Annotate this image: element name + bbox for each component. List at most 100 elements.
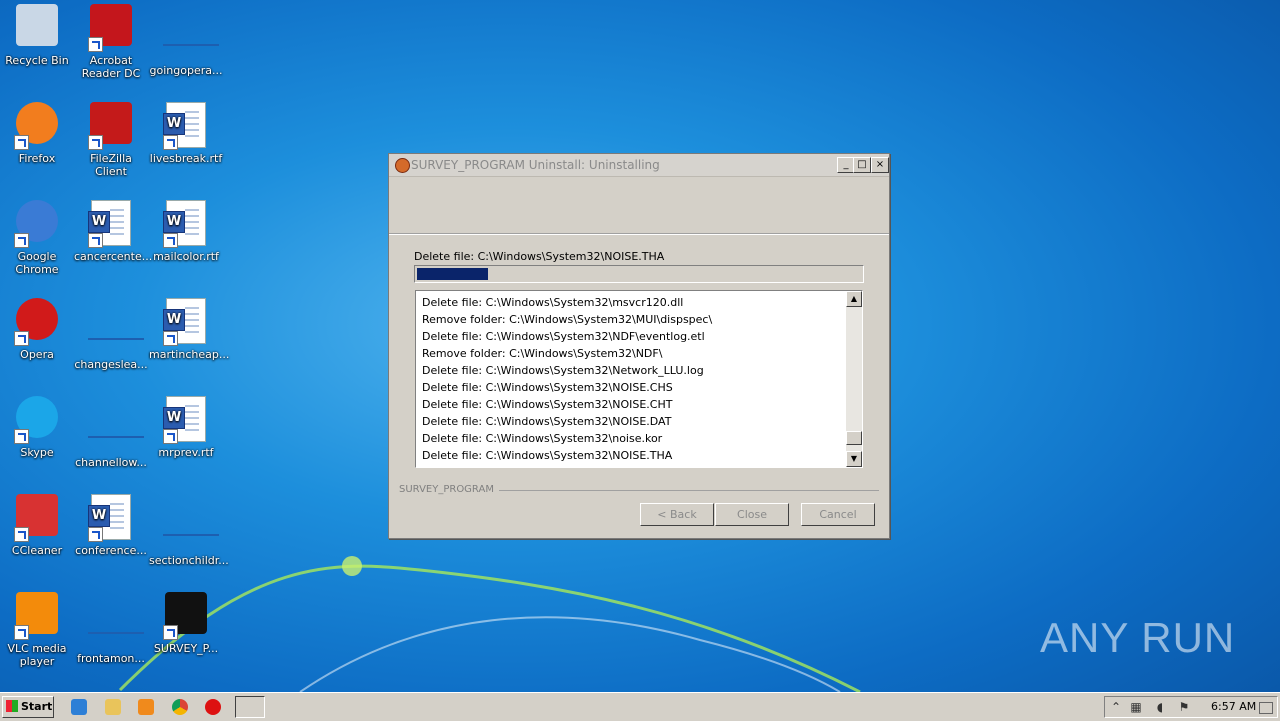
log-row: Delete file: C:\Windows\System32\Network… [422,364,704,377]
desktop-icon-label: FileZilla Client [90,152,132,178]
word-doc-icon [163,102,209,150]
desktop-icon[interactable]: Firefox [0,102,74,165]
log-row: Remove folder: C:\Windows\System32\MUI\d… [422,313,713,326]
shortcut-arrow-icon [163,429,178,444]
shortcut-arrow-icon [163,233,178,248]
title-bar[interactable]: SURVEY_PROGRAM Uninstall: Uninstalling _… [389,154,889,177]
progress-bar [414,265,864,283]
chrome-taskbar-icon[interactable] [172,699,188,715]
log-row: Delete file: C:\Windows\System32\noise.k… [422,432,663,445]
desktop-icon[interactable]: CCleaner [0,494,74,557]
desktop-icon-label: Recycle Bin [5,54,69,67]
file-icon [88,406,144,452]
desktop-icon-label: Firefox [18,152,56,165]
file-icon [88,308,144,354]
desktop-icon-label: Google Chrome [15,250,59,276]
desktop-icon-label: channellow... [75,456,147,469]
shortcut-arrow-icon [14,233,29,248]
desktop-icon[interactable]: Google Chrome [0,200,74,276]
shortcut-arrow-icon [88,37,103,52]
action-center-flag-icon[interactable]: ⚑ [1177,700,1191,714]
system-tray: ⌃ ▦ ◖ ⚑ 6:57 AM [1104,696,1278,718]
skype-icon [14,396,60,444]
filezilla-icon [88,102,134,150]
back-button[interactable]: < Back [640,503,714,526]
ccleaner-icon [14,494,60,542]
desktop-icon[interactable]: Opera [0,298,74,361]
show-desktop-icon[interactable] [1259,702,1273,714]
word-doc-icon [88,200,134,248]
desktop-icon[interactable]: livesbreak.rtf [149,102,223,165]
desktop-icon-label: VLC media player [7,642,67,668]
word-doc-icon [163,200,209,248]
desktop-icon[interactable]: SURVEY_P... [149,592,223,655]
header-panel [389,177,889,235]
desktop-icon[interactable]: Recycle Bin [0,4,74,67]
status-text: Delete file: C:\Windows\System32\NOISE.T… [414,250,665,263]
scroll-down-button[interactable]: ▼ [846,451,862,467]
log-row: Remove folder: C:\Windows\System32\NDF\ [422,347,663,360]
desktop-icon[interactable]: sectionchildr... [149,494,229,567]
uninstall-window[interactable]: SURVEY_PROGRAM Uninstall: Uninstalling _… [388,153,890,539]
ie-icon[interactable] [71,699,87,715]
cancel-button[interactable]: Cancel [801,503,875,526]
opera-taskbar-icon[interactable] [205,699,221,715]
vertical-scrollbar[interactable]: ▲ ▼ [846,291,862,467]
close-button[interactable]: Close [715,503,789,526]
desktop-icon[interactable]: VLC media player [0,592,74,668]
desktop-icon-label: frontamon... [77,652,145,665]
firefox-icon [14,102,60,150]
desktop-icon-label: CCleaner [11,544,63,557]
shortcut-arrow-icon [14,527,29,542]
start-label: Start [21,700,53,713]
log-row: Delete file: C:\Windows\System32\NOISE.D… [422,415,672,428]
vlc-icon [14,592,60,640]
desktop-icon-label: changeslea... [74,358,148,371]
media-player-icon[interactable] [138,699,154,715]
word-doc-icon [163,298,209,346]
desktop-icon[interactable]: changeslea... [74,298,148,371]
desktop-icon[interactable]: goingopera... [149,4,223,77]
file-icon [88,602,144,648]
maximize-button[interactable]: □ [853,157,871,173]
scroll-up-button[interactable]: ▲ [846,291,862,307]
network-icon[interactable]: ▦ [1129,700,1143,714]
shortcut-arrow-icon [163,135,178,150]
start-button[interactable]: Start [2,696,54,718]
desktop-icon-label: martincheap... [149,348,230,361]
app-icon [395,158,410,173]
details-log[interactable]: Delete file: C:\Windows\System32\msvcr12… [415,290,863,468]
word-doc-icon [88,494,134,542]
acrobat-icon [88,4,134,52]
shortcut-arrow-icon [163,331,178,346]
desktop-icon[interactable]: martincheap... [149,298,230,361]
uninstaller-taskbar-button[interactable] [235,696,265,718]
desktop-icon[interactable]: Skype [0,396,74,459]
progress-fill [417,268,488,280]
desktop-icon[interactable]: cancercente... [74,200,152,263]
clock[interactable]: 6:57 AM [1211,700,1256,713]
windows-logo-icon [6,700,18,712]
desktop-icon[interactable]: Acrobat Reader DC [74,4,148,80]
explorer-icon[interactable] [105,699,121,715]
log-row: Delete file: C:\Windows\System32\NOISE.C… [422,381,673,394]
brand-label: SURVEY_PROGRAM [399,484,494,495]
show-hidden-icons-icon[interactable]: ⌃ [1109,700,1123,714]
desktop-icon-label: SURVEY_P... [153,642,219,655]
divider [499,490,879,491]
shortcut-arrow-icon [14,135,29,150]
word-doc-icon [163,396,209,444]
desktop-icon[interactable]: mrprev.rtf [149,396,223,459]
desktop-icon[interactable]: conference... [74,494,148,557]
log-rows: Delete file: C:\Windows\System32\msvcr12… [422,294,842,464]
close-window-button[interactable]: × [871,157,889,173]
desktop-icon-label: goingopera... [149,64,223,77]
volume-icon[interactable]: ◖ [1153,700,1167,714]
desktop-icon[interactable]: FileZilla Client [74,102,148,178]
desktop-icon[interactable]: mailcolor.rtf [149,200,223,263]
scroll-thumb[interactable] [846,431,862,445]
log-row: Delete file: C:\Windows\System32\NOISE.T… [422,449,673,462]
desktop-icon[interactable]: channellow... [74,396,148,469]
desktop-icon[interactable]: frontamon... [74,592,148,665]
shortcut-arrow-icon [14,429,29,444]
